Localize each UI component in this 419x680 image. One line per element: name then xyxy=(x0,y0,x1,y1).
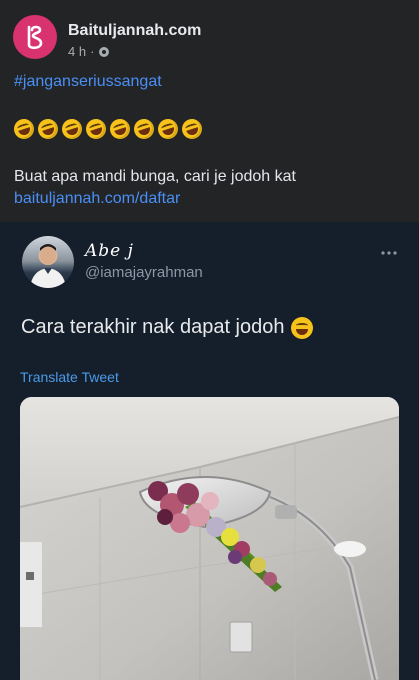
more-dots-icon xyxy=(381,251,397,255)
hashtag-link[interactable]: #janganseriussangat xyxy=(14,73,162,91)
tweet-text: Cara terakhir nak dapat jodoh xyxy=(21,316,313,339)
meta-separator: · xyxy=(90,44,95,59)
rolling-laughing-emoji-icon xyxy=(11,116,37,142)
baituljannah-logo-icon xyxy=(27,25,43,50)
globe-icon xyxy=(99,46,110,57)
tweet-display-name[interactable]: Abe j xyxy=(85,241,134,261)
more-horizontal-icon[interactable] xyxy=(381,242,397,260)
translate-tweet-link[interactable]: Translate Tweet xyxy=(20,369,119,385)
rolling-laughing-emoji-icon xyxy=(131,116,157,142)
tweet-media-image[interactable] xyxy=(20,397,399,680)
shower-flowers-photo-icon xyxy=(20,397,399,680)
tweet-handle[interactable]: @iamajayrahman xyxy=(85,264,203,281)
laughing-emoji-icon xyxy=(290,316,313,339)
post-time[interactable]: 4 h xyxy=(68,44,86,59)
post-body-text: Buat apa mandi bunga, cari je jodoh kat xyxy=(14,168,296,185)
rolling-laughing-emoji-icon xyxy=(59,116,85,142)
rolling-laughing-emoji-icon xyxy=(179,116,205,142)
facebook-post: Baituljannah.com 4 h · #janganseriussang… xyxy=(0,0,419,222)
post-link[interactable]: baituljannah.com/daftar xyxy=(14,190,180,208)
page-avatar[interactable] xyxy=(13,15,57,59)
person-photo-icon xyxy=(30,244,66,288)
embedded-tweet[interactable]: Abe j @iamajayrahman Cara terakhir nak d… xyxy=(0,222,419,680)
tweet-avatar[interactable] xyxy=(22,236,74,288)
page-name[interactable]: Baituljannah.com xyxy=(68,22,201,40)
tweet-text-content: Cara terakhir nak dapat jodoh xyxy=(21,316,285,338)
rolling-laughing-emoji-icon xyxy=(107,116,133,142)
emoji-row xyxy=(11,116,205,142)
rolling-laughing-emoji-icon xyxy=(83,116,109,142)
rolling-laughing-emoji-icon xyxy=(155,116,181,142)
rolling-laughing-emoji-icon xyxy=(35,116,61,142)
post-meta: 4 h · xyxy=(68,44,110,59)
